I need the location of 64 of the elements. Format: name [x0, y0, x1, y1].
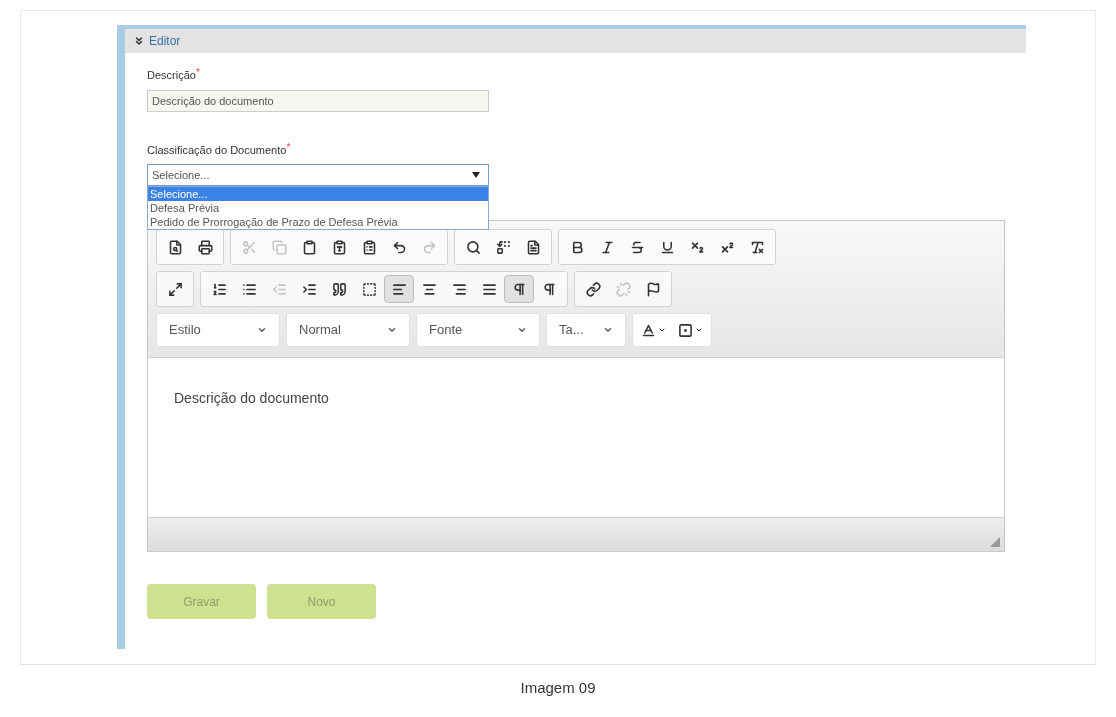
- pilcrow-icon: [511, 281, 527, 297]
- justify-icon: [481, 281, 497, 297]
- panel-title: Editor: [149, 33, 181, 50]
- pilcrow-icon: [541, 281, 557, 297]
- div-icon: [361, 281, 377, 297]
- required-mark: *: [286, 140, 291, 155]
- preview-icon: [167, 239, 183, 255]
- clipboard-icon: [301, 239, 317, 255]
- copy-icon: [271, 239, 287, 255]
- description-field[interactable]: Descrição do documento: [147, 89, 489, 112]
- toolbar-button[interactable]: [384, 275, 414, 303]
- redo-icon: [421, 239, 437, 255]
- link-icon: [585, 281, 601, 297]
- format-select[interactable]: Fonte: [416, 313, 540, 347]
- field-label: Classificação do Documento: [147, 142, 287, 158]
- resize-handle-icon[interactable]: [990, 537, 1000, 547]
- format-select[interactable]: Ta...: [546, 313, 626, 347]
- replace-icon: [495, 239, 511, 255]
- background-color-icon: [678, 322, 693, 338]
- caret-icon: [603, 325, 613, 335]
- dropdown-option[interactable]: Selecione...: [148, 187, 488, 201]
- required-mark: *: [195, 66, 200, 78]
- underline-icon: [659, 239, 675, 255]
- editor-text: Descrição do documento: [174, 389, 330, 408]
- strikethrough-icon: [629, 239, 645, 255]
- unlink-icon: [615, 281, 631, 297]
- collapse-icon: [133, 35, 145, 47]
- bullet-list-icon: [241, 281, 257, 297]
- clipboard-list-icon: [361, 239, 377, 255]
- format-select[interactable]: Normal: [286, 313, 410, 347]
- quote-icon: [331, 281, 347, 297]
- clear-format-icon: [749, 239, 765, 255]
- image-caption: Imagem 09: [520, 678, 596, 698]
- select-all-icon: [525, 239, 541, 255]
- italic-icon: [599, 239, 615, 255]
- align-right-icon: [451, 281, 467, 297]
- classification-select[interactable]: Selecione...: [147, 164, 489, 186]
- caret-icon: [658, 326, 666, 334]
- toolbar-button[interactable]: [504, 275, 534, 303]
- dropdown-arrow-icon: [472, 172, 480, 178]
- maximize-icon: [167, 281, 183, 297]
- search-icon: [465, 239, 481, 255]
- numbered-list-icon: [211, 281, 227, 297]
- undo-icon: [391, 239, 407, 255]
- text-color-icon: [641, 322, 656, 338]
- align-left-icon: [391, 281, 407, 297]
- panel-header[interactable]: Editor: [125, 29, 1026, 53]
- clipboard-text-icon: [331, 239, 347, 255]
- superscript-icon: [719, 239, 735, 255]
- format-select[interactable]: Estilo: [156, 313, 280, 347]
- align-center-icon: [421, 281, 437, 297]
- caret-icon: [257, 325, 267, 335]
- caret-icon: [695, 326, 703, 334]
- print-icon: [197, 239, 213, 255]
- indent-icon: [301, 281, 317, 297]
- dropdown-option[interactable]: Defesa Prévia: [148, 201, 488, 215]
- outdent-icon: [271, 281, 287, 297]
- flag-icon: [645, 281, 661, 297]
- caret-icon: [387, 325, 397, 335]
- field-label: Descrição: [147, 69, 196, 83]
- subscript-icon: [689, 239, 705, 255]
- scissors-icon: [241, 239, 257, 255]
- caret-icon: [517, 325, 527, 335]
- dropdown-option[interactable]: Pedido de Prorrogação de Prazo de Defesa Prévia: [148, 215, 488, 229]
